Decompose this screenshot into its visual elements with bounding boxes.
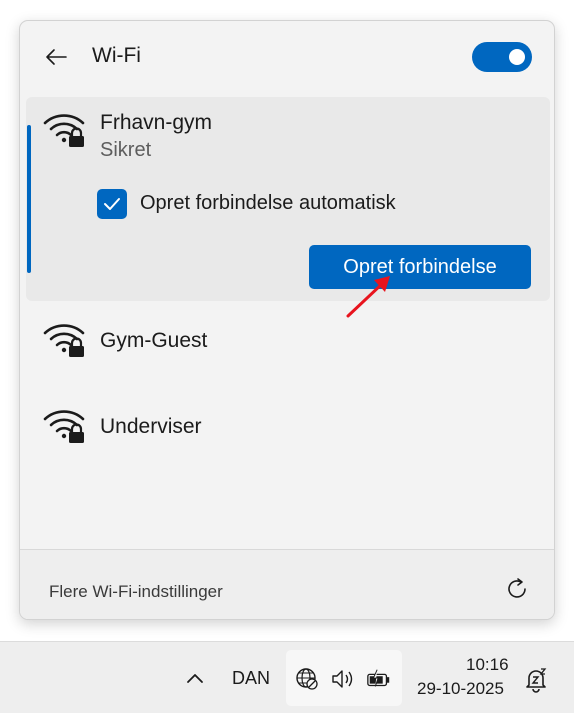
refresh-icon: [508, 578, 526, 598]
wifi-flyout: Wi-Fi Frhavn-gym Sikret Opret forbindels…: [19, 20, 555, 620]
network-status: Sikret: [100, 139, 152, 161]
network-item-selected[interactable]: Frhavn-gym Sikret Opret forbindelse auto…: [26, 97, 550, 301]
flyout-header: Wi-Fi: [20, 21, 554, 93]
clock-date: 29-10-2025: [417, 679, 504, 698]
taskbar: DAN 10:16 29-10-2025: [0, 641, 574, 713]
arrow-left-icon: [46, 49, 67, 65]
network-ssid: Frhavn-gym: [100, 111, 213, 134]
clock-time: 10:16: [466, 655, 509, 674]
back-button[interactable]: [42, 43, 70, 71]
network-item[interactable]: Gym-Guest: [26, 305, 550, 385]
notification-bell-icon[interactable]: [522, 666, 550, 694]
wifi-secure-icon: [43, 410, 85, 443]
flyout-title: Wi-Fi: [92, 44, 141, 67]
chevron-up-icon: [187, 674, 203, 683]
network-item[interactable]: Underviser: [26, 391, 550, 471]
checkmark-icon: [104, 198, 120, 210]
auto-connect-label: Opret forbindelse automatisk: [140, 192, 396, 214]
selection-indicator: [27, 125, 31, 273]
language-indicator[interactable]: DAN: [232, 668, 270, 689]
wifi-secure-icon: [43, 114, 85, 147]
annotation-arrow: [346, 276, 390, 318]
volume-icon: [330, 666, 356, 692]
network-ssid: Gym-Guest: [100, 329, 208, 352]
wifi-toggle[interactable]: [472, 42, 532, 72]
more-wifi-settings-link[interactable]: Flere Wi-Fi-indstillinger: [49, 582, 223, 602]
refresh-button[interactable]: [502, 574, 532, 604]
quick-settings-button[interactable]: [286, 650, 402, 706]
show-hidden-icons-button[interactable]: [180, 665, 210, 691]
battery-charging-icon: [366, 666, 392, 692]
network-ssid: Underviser: [100, 415, 202, 438]
network-globe-icon: [294, 666, 320, 692]
toggle-knob: [509, 49, 525, 65]
auto-connect-checkbox[interactable]: [97, 189, 127, 219]
wifi-secure-icon: [43, 324, 85, 357]
flyout-footer: Flere Wi-Fi-indstillinger: [20, 549, 554, 619]
